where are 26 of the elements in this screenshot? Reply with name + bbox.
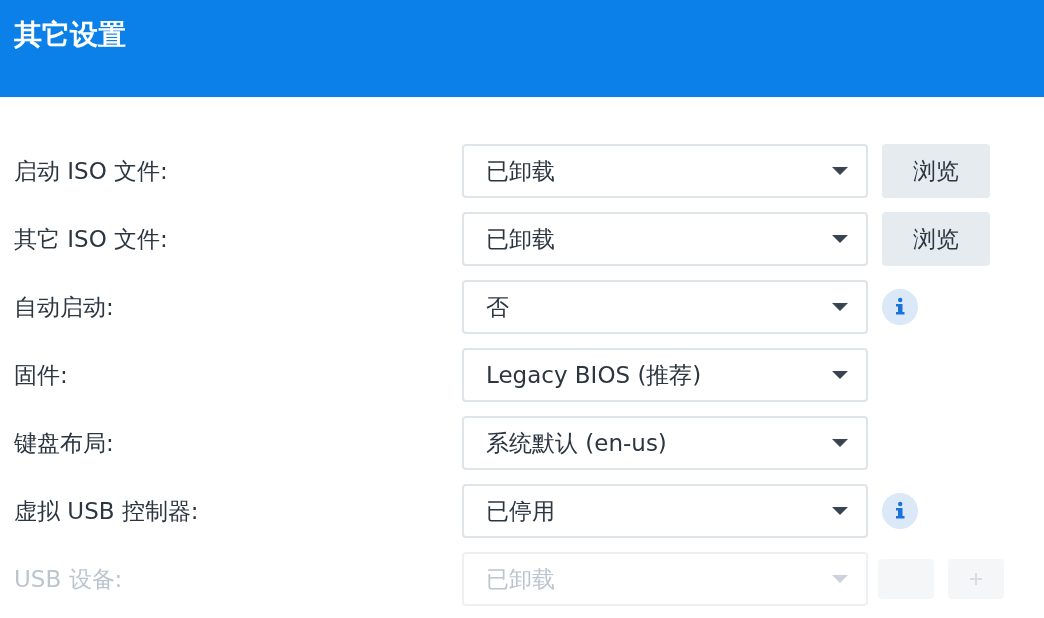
dropdown[interactable]: 已停用 (462, 484, 868, 538)
window-title: 其它设置 (14, 18, 126, 51)
browse-button[interactable]: 浏览 (882, 144, 990, 198)
dropdown[interactable]: 否 (462, 280, 868, 334)
info-icon[interactable] (882, 289, 918, 325)
caret-icon (832, 166, 848, 176)
field-label: 虚拟 USB 控制器: (14, 496, 200, 526)
info-icon[interactable] (882, 493, 918, 529)
dropdown[interactable]: 已卸载 (462, 212, 868, 266)
dropdown[interactable]: 系统默认 (en-us) (462, 416, 868, 470)
caret-icon (832, 234, 848, 244)
dropdown[interactable]: Legacy BIOS (推荐) (462, 348, 868, 402)
field-label: 键盘布局: (14, 428, 115, 458)
field-label: 自动启动: (14, 292, 115, 322)
plus-icon (969, 572, 983, 586)
browse-button[interactable]: 浏览 (882, 212, 990, 266)
field-label: 启动 ISO 文件: (14, 156, 169, 186)
dropdown[interactable]: 已卸载 (462, 144, 868, 198)
field-label: 固件: (14, 360, 69, 390)
caret-icon (832, 370, 848, 380)
field-label: USB 设备: (14, 564, 124, 594)
caret-icon (832, 438, 848, 448)
caret-icon (832, 506, 848, 516)
caret-icon (832, 574, 848, 584)
caret-icon (832, 302, 848, 312)
field-label: 其它 ISO 文件: (14, 224, 169, 254)
